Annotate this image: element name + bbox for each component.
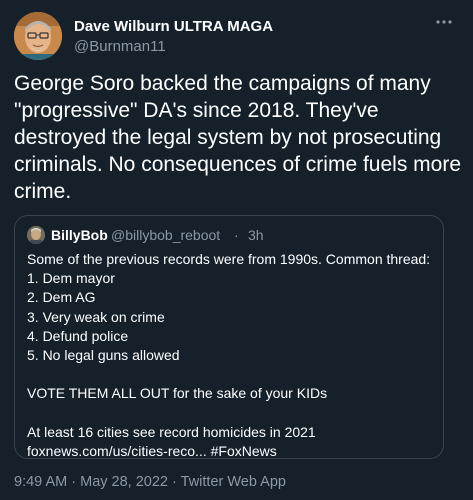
quoted-author-name: BillyBob [51,227,108,243]
quoted-line: 1. Dem mayor [27,270,115,287]
more-horizontal-icon [436,20,452,24]
quoted-tweet-header: BillyBob @billybob_reboot · 3h [27,226,427,246]
more-options-button[interactable] [433,14,455,34]
quoted-line: 2. Dem AG [27,289,96,306]
tweet-date[interactable]: May 28, 2022 [80,474,168,490]
quoted-link-line[interactable]: foxnews.com/us/cities-reco... #FoxNews [27,442,437,461]
meta-separator: · [172,474,177,490]
quoted-author-handle: @billybob_reboot [111,227,221,243]
quoted-line: VOTE THEM ALL OUT for the sake of your K… [27,385,328,402]
tweet-time[interactable]: 9:49 AM [14,474,67,490]
quoted-line: 3. Very weak on crime [27,308,165,325]
author-avatar-image [14,12,62,60]
quoted-line: Some of the previous records were from 1… [27,251,431,267]
quoted-line: 4. Defund police [27,327,129,344]
quoted-line: 5. No legal guns allowed [27,346,180,363]
quoted-line: At least 16 cities see record homicides … [27,423,316,440]
author-avatar[interactable] [14,12,62,60]
quoted-separator: · [234,227,239,243]
quoted-avatar-image [27,226,45,244]
tweet-metadata: 9:49 AM · May 28, 2022 · Twitter Web App [14,474,286,490]
tweet-text: George Soro backed the campaigns of many… [14,72,462,203]
quoted-blank-line [27,404,437,423]
quoted-blank-line [27,365,437,384]
author-info[interactable]: Dave Wilburn ULTRA MAGA @Burnman11 [74,17,273,57]
quoted-timestamp[interactable]: 3h [248,227,264,243]
author-handle[interactable]: @Burnman11 [74,37,273,57]
tweet-header: Dave Wilburn ULTRA MAGA @Burnman11 [14,12,459,60]
author-display-name[interactable]: Dave Wilburn ULTRA MAGA [74,17,273,36]
tweet[interactable]: Dave Wilburn ULTRA MAGA @Burnman11 Georg… [0,0,473,500]
quoted-author-avatar [27,226,45,244]
quoted-tweet[interactable]: BillyBob @billybob_reboot · 3h Some of t… [14,215,444,459]
tweet-source: Twitter Web App [180,474,286,490]
meta-separator: · [71,474,77,490]
quoted-tweet-text: Some of the previous records were from 1… [27,250,437,461]
